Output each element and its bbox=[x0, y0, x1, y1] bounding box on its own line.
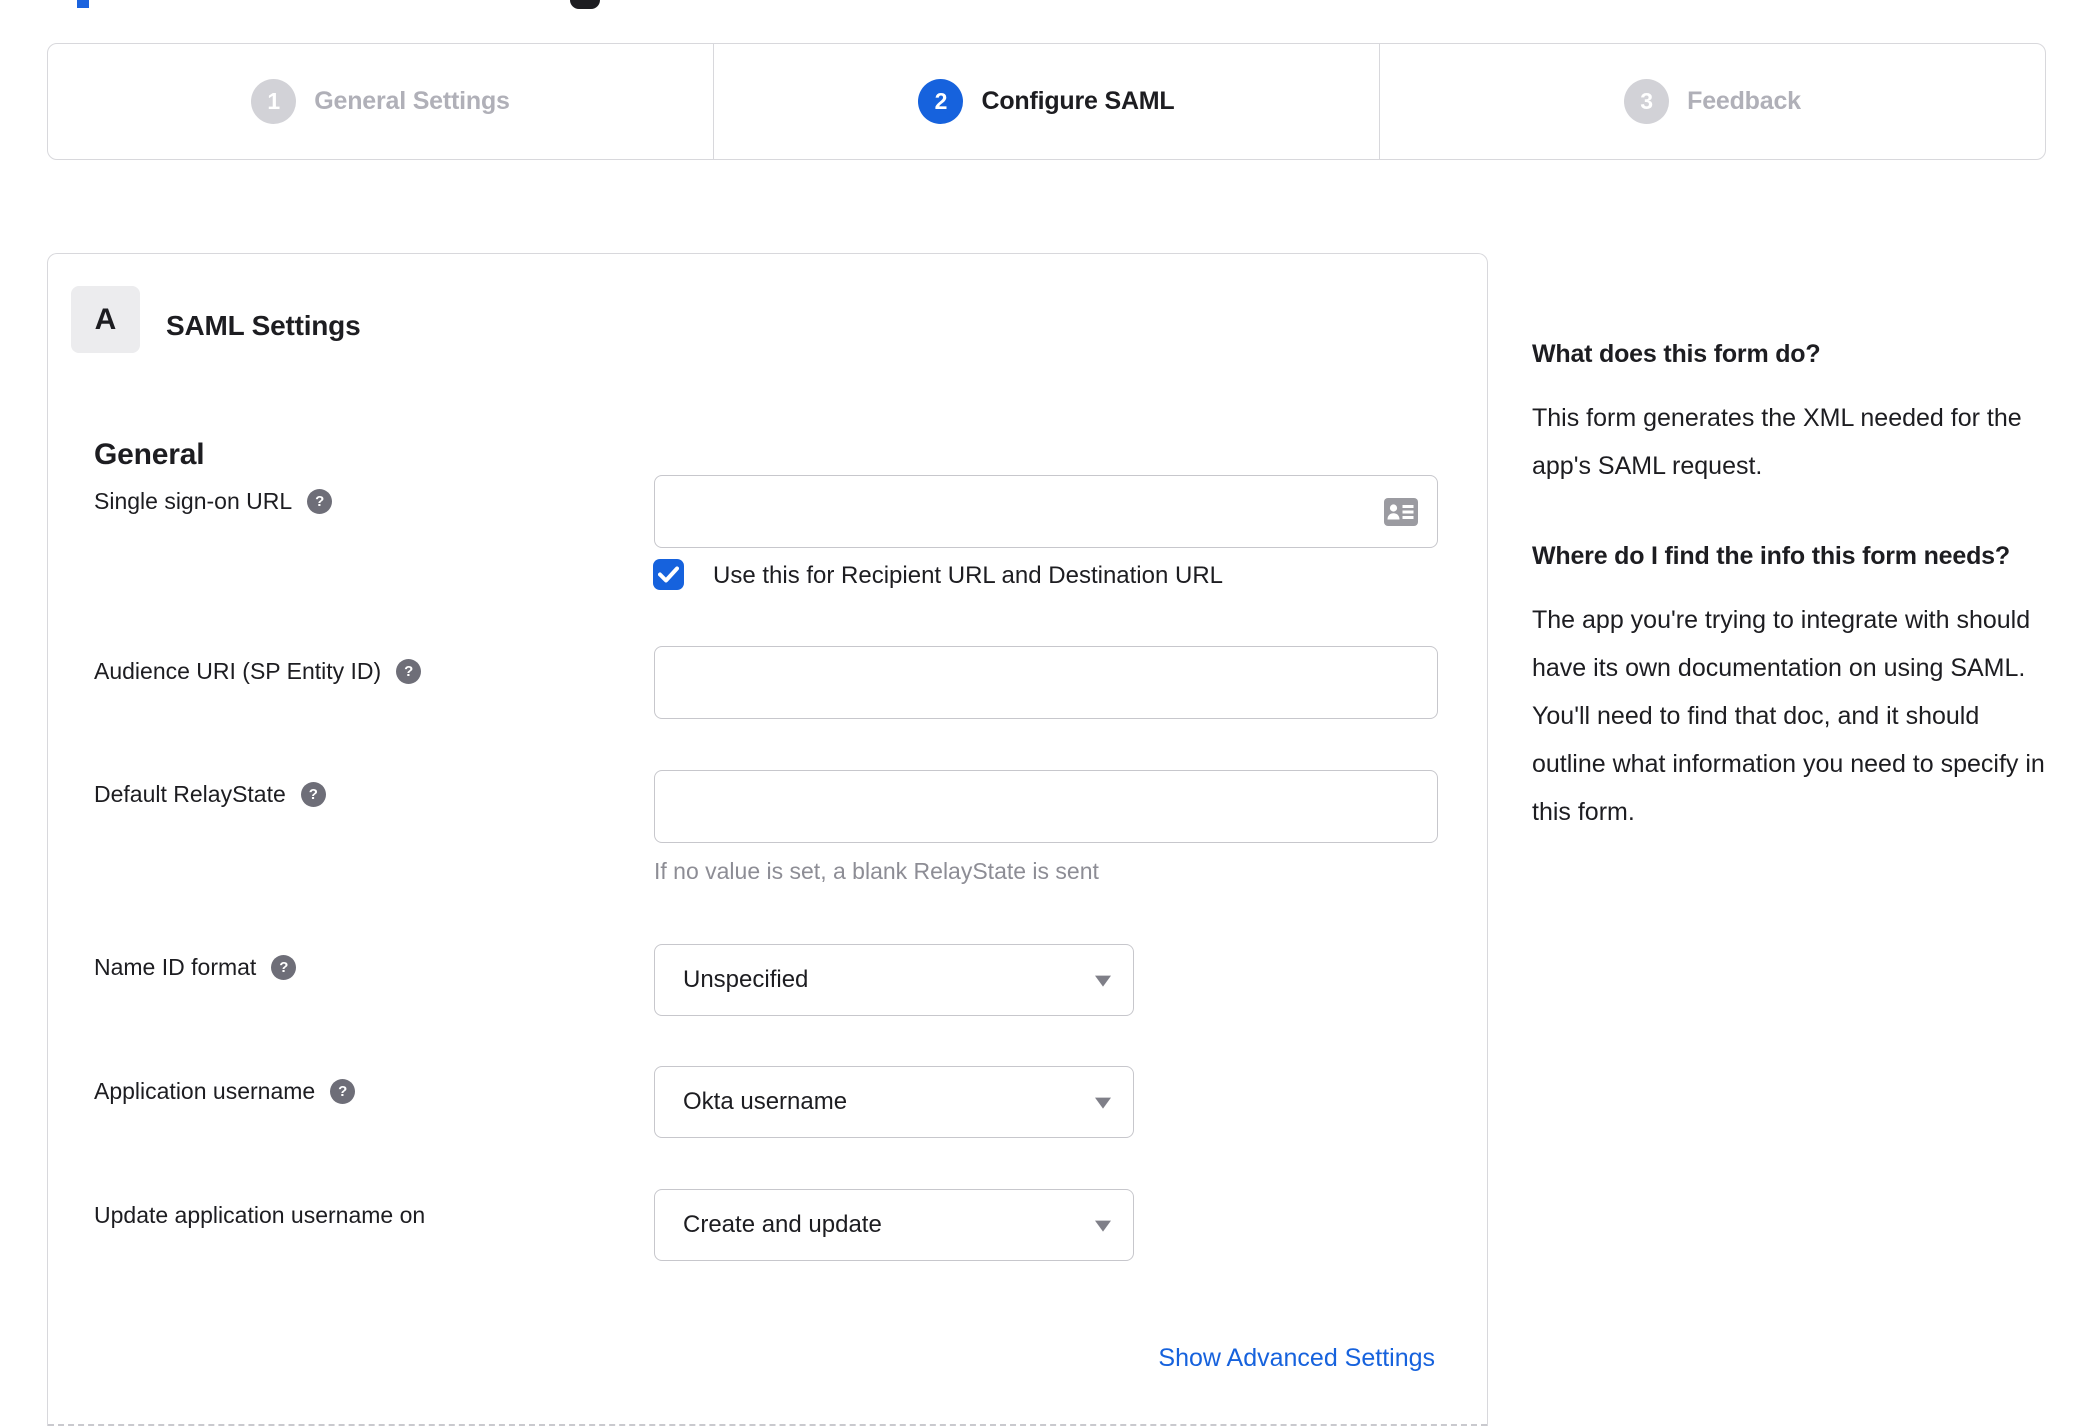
step-feedback[interactable]: 3 Feedback bbox=[1379, 44, 2045, 159]
name-id-format-label: Name ID format ? bbox=[94, 953, 297, 981]
application-username-select[interactable]: Okta username bbox=[654, 1066, 1134, 1138]
help-heading: What does this form do? bbox=[1532, 340, 1821, 368]
application-username-value: Okta username bbox=[683, 1088, 848, 1115]
step-number-circle: 1 bbox=[251, 79, 297, 124]
update-app-username-label: Update application username on bbox=[94, 1201, 425, 1229]
application-username-label: Application username ? bbox=[94, 1077, 356, 1105]
help-section-what: What does this form do? This form genera… bbox=[1532, 330, 2046, 490]
name-id-format-label-text: Name ID format bbox=[94, 953, 257, 980]
help-icon[interactable]: ? bbox=[271, 954, 297, 980]
chevron-down-icon bbox=[1095, 975, 1111, 987]
step-number-circle: 2 bbox=[918, 79, 964, 124]
update-app-username-select[interactable]: Create and update bbox=[654, 1189, 1134, 1261]
step-general-settings[interactable]: 1 General Settings bbox=[48, 44, 713, 159]
step-label: Feedback bbox=[1687, 87, 1801, 115]
default-relaystate-label: Default RelayState ? bbox=[94, 780, 326, 808]
help-body: The app you're trying to integrate with … bbox=[1532, 606, 2045, 826]
help-icon[interactable]: ? bbox=[300, 781, 326, 807]
default-relaystate-input[interactable] bbox=[654, 770, 1438, 843]
step-number-circle: 3 bbox=[1624, 79, 1670, 124]
update-app-username-label-text: Update application username on bbox=[94, 1201, 426, 1228]
contact-card-icon[interactable] bbox=[1384, 497, 1418, 526]
audience-uri-label-text: Audience URI (SP Entity ID) bbox=[94, 657, 382, 684]
chevron-down-icon bbox=[1095, 1097, 1111, 1109]
chevron-down-icon bbox=[1095, 1220, 1111, 1232]
audience-uri-input-wrap bbox=[654, 646, 1438, 719]
step-label: General Settings bbox=[314, 87, 510, 115]
relaystate-hint: If no value is set, a blank RelayState i… bbox=[654, 857, 1099, 884]
help-icon[interactable]: ? bbox=[330, 1078, 356, 1104]
cutoff-blue-fragment bbox=[77, 0, 89, 8]
help-icon[interactable]: ? bbox=[307, 488, 333, 514]
default-relaystate-label-text: Default RelayState bbox=[94, 780, 286, 807]
default-relaystate-input-wrap bbox=[654, 770, 1438, 843]
checkmark-icon bbox=[658, 566, 679, 583]
help-icon[interactable]: ? bbox=[396, 658, 422, 684]
cutoff-dark-glyph-fragment bbox=[570, 0, 600, 9]
sso-url-label: Single sign-on URL ? bbox=[94, 487, 333, 515]
audience-uri-input[interactable] bbox=[654, 646, 1438, 719]
step-label: Configure SAML bbox=[981, 87, 1175, 115]
saml-settings-panel: A SAML Settings General Single sign-on U… bbox=[47, 253, 1488, 1426]
sso-url-input-wrap bbox=[654, 475, 1438, 548]
help-sidebar: What does this form do? This form genera… bbox=[1532, 330, 2046, 836]
recipient-url-checkbox-label: Use this for Recipient URL and Destinati… bbox=[713, 562, 1224, 589]
recipient-url-checkbox[interactable] bbox=[653, 559, 684, 590]
sso-url-input[interactable] bbox=[654, 475, 1438, 548]
audience-uri-label: Audience URI (SP Entity ID) ? bbox=[94, 657, 422, 685]
wizard-stepper: 1 General Settings 2 Configure SAML 3 Fe… bbox=[47, 43, 2046, 160]
application-username-label-text: Application username bbox=[94, 1077, 316, 1104]
show-advanced-settings-link[interactable]: Show Advanced Settings bbox=[1158, 1344, 1435, 1373]
panel-title: SAML Settings bbox=[166, 310, 361, 341]
update-app-username-value: Create and update bbox=[683, 1211, 882, 1238]
sso-url-label-text: Single sign-on URL bbox=[94, 487, 293, 514]
name-id-format-select[interactable]: Unspecified bbox=[654, 944, 1134, 1016]
section-a-badge: A bbox=[71, 286, 140, 353]
help-heading: Where do I find the info this form needs… bbox=[1532, 542, 2010, 570]
name-id-format-value: Unspecified bbox=[683, 966, 809, 993]
general-section-title: General bbox=[94, 438, 205, 471]
help-body: This form generates the XML needed for t… bbox=[1532, 404, 2022, 480]
step-configure-saml[interactable]: 2 Configure SAML bbox=[713, 44, 1379, 159]
help-section-where: Where do I find the info this form needs… bbox=[1532, 532, 2046, 836]
